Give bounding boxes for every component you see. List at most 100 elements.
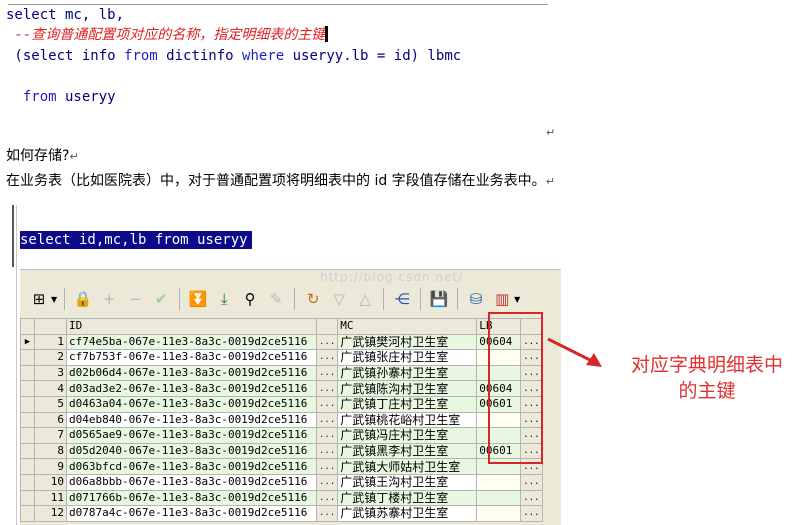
table-row[interactable]: 2 cf7b753f-067e-11e3-8a3c-0019d2ce5116...… [20, 349, 543, 366]
table-row[interactable]: 9 d063bfcd-067e-11e3-8a3c-0019d2ce5116...… [20, 458, 543, 475]
cell-mc[interactable]: 广武镇黑李村卫生室 [337, 442, 478, 460]
cell-ellipsis-button[interactable]: ... [315, 458, 339, 475]
toolbar-separator [64, 288, 66, 310]
chevron-down-icon[interactable]: ▼ [51, 295, 57, 304]
table-row[interactable]: 5 d0463a04-067e-11e3-8a3c-0019d2ce5116...… [20, 395, 543, 413]
cell-ellipsis-button[interactable]: ... [315, 489, 339, 507]
cell-id[interactable]: d071766b-067e-11e3-8a3c-0019d2ce5116 [66, 489, 317, 507]
save-icon[interactable]: 💾 [428, 288, 450, 310]
cell-ellipsis-button[interactable]: ... [315, 427, 339, 444]
cell-ellipsis-button[interactable]: ... [520, 489, 543, 507]
refresh-icon[interactable]: ↻ [302, 288, 324, 310]
table-row[interactable]: 7 d0565ae9-067e-11e3-8a3c-0019d2ce5116...… [20, 427, 543, 444]
cell-ellipsis-button[interactable]: ... [315, 411, 339, 429]
check-icon[interactable]: ✔ [150, 288, 172, 310]
cell-mc[interactable]: 广武镇冯庄村卫生室 [337, 427, 478, 444]
down-arrow-underlined-icon[interactable]: ⤓ [213, 288, 235, 310]
row-indicator [20, 427, 35, 444]
cell-id[interactable]: d05d2040-067e-11e3-8a3c-0019d2ce5116 [66, 442, 317, 460]
cell-mc[interactable]: 广武镇大师姑村卫生室 [337, 458, 478, 475]
row-number: 11 [34, 489, 67, 507]
selected-sql-text[interactable]: select id,mc,lb from useryy [20, 231, 252, 249]
cell-id[interactable]: d04eb840-067e-11e3-8a3c-0019d2ce5116 [66, 411, 317, 429]
cell-lb[interactable] [476, 489, 522, 507]
sql-editor: select id,mc,lb from useryy http://blog.… [8, 205, 561, 525]
cell-ellipsis-button[interactable]: ... [315, 380, 339, 397]
cell-id[interactable]: d03ad3e2-067e-11e3-8a3c-0019d2ce5116 [66, 380, 317, 397]
sql-line-4: from useryy [22, 89, 116, 105]
cell-ellipsis-button[interactable]: ... [520, 473, 543, 491]
lock-icon[interactable]: 🔒 [72, 288, 94, 310]
row-indicator [20, 395, 35, 413]
table-row[interactable]: 11 d071766b-067e-11e3-8a3c-0019d2ce5116..… [20, 489, 543, 507]
annotation-line-2: 的主键 [678, 380, 736, 402]
cell-ellipsis-button[interactable]: ... [315, 505, 339, 522]
cell-ellipsis-button[interactable]: ... [315, 395, 339, 413]
clear-icon[interactable]: ✎ [265, 288, 287, 310]
editor-border [16, 205, 17, 525]
sql-line-3: (select info from dictinfo where useryy.… [6, 48, 462, 64]
table-row[interactable]: 6 d04eb840-067e-11e3-8a3c-0019d2ce5116...… [20, 411, 543, 429]
up-icon[interactable]: △ [354, 288, 376, 310]
row-indicator: ▶ [20, 333, 35, 351]
cell-mc[interactable]: 广武镇丁楼村卫生室 [337, 489, 478, 507]
column-header-id[interactable]: ID [66, 318, 317, 335]
table-row[interactable]: 8 d05d2040-067e-11e3-8a3c-0019d2ce5116...… [20, 442, 543, 460]
annotation-line-1: 对应字典明细表中 [630, 354, 783, 376]
cell-ellipsis-button[interactable]: ... [315, 473, 339, 491]
result-grid-panel: http://blog.csdn.net/ ⊞ ▼ 🔒 + − ✔ ⏬ ⤓ ⚲ ✎… [20, 269, 561, 525]
cell-id[interactable]: d06a8bbb-067e-11e3-8a3c-0019d2ce5116 [66, 473, 317, 491]
table-row[interactable]: 10 d06a8bbb-067e-11e3-8a3c-0019d2ce5116..… [20, 473, 543, 491]
grid-icon[interactable]: ⊞ [28, 288, 50, 310]
cell-mc[interactable]: 广武镇苏寨村卫生室 [337, 505, 478, 522]
tree-icon[interactable]: ⋲ [391, 288, 413, 310]
cell-mc[interactable]: 广武镇王沟村卫生室 [337, 473, 478, 491]
cell-mc[interactable]: 广武镇张庄村卫生室 [337, 349, 478, 366]
cell-id[interactable]: d02b06d4-067e-11e3-8a3c-0019d2ce5116 [66, 364, 317, 382]
cell-ellipsis-button[interactable]: ... [315, 364, 339, 382]
chart-icon[interactable]: ▥ [491, 288, 513, 310]
table-row[interactable]: 3 d02b06d4-067e-11e3-8a3c-0019d2ce5116...… [20, 364, 543, 382]
cell-mc[interactable]: 广武镇孙寨村卫生室 [337, 364, 478, 382]
down-arrow-icon[interactable]: ⏬ [187, 288, 209, 310]
cell-id[interactable]: d063bfcd-067e-11e3-8a3c-0019d2ce5116 [66, 458, 317, 475]
cell-id[interactable]: cf74e5ba-067e-11e3-8a3c-0019d2ce5116 [66, 333, 317, 351]
cell-ellipsis-button[interactable]: ... [315, 333, 339, 351]
plus-icon[interactable]: + [98, 288, 120, 310]
sql-comment-line: --查询普通配置项对应的名称，指定明细表的主键 [6, 26, 329, 44]
row-number: 3 [34, 364, 67, 382]
minus-icon[interactable]: − [124, 288, 146, 310]
toolbar-separator [294, 288, 296, 310]
cell-ellipsis-button[interactable]: ... [315, 442, 339, 460]
cell-lb[interactable] [476, 473, 522, 491]
cell-mc[interactable]: 广武镇樊河村卫生室 [337, 333, 478, 351]
cell-mc[interactable]: 广武镇陈沟村卫生室 [337, 380, 478, 397]
table-row[interactable]: ▶ 1 cf74e5ba-067e-11e3-8a3c-0019d2ce5116..… [20, 333, 543, 351]
divider-line [8, 4, 548, 5]
result-table: ID MC LB ▶ 1 cf74e5ba-067e-11e3-8a3c-0019d… [20, 318, 543, 522]
cell-ellipsis-button[interactable]: ... [520, 505, 543, 522]
database-icon[interactable]: ⛁ [465, 288, 487, 310]
cell-mc[interactable]: 广武镇丁庄村卫生室 [337, 395, 478, 413]
cell-mc[interactable]: 广武镇桃花峪村卫生室 [337, 411, 478, 429]
cell-id[interactable]: d0787a4c-067e-11e3-8a3c-0019d2ce5116 [66, 505, 317, 522]
table-row[interactable]: 12 d0787a4c-067e-11e3-8a3c-0019d2ce5116..… [20, 505, 543, 522]
cell-id[interactable]: d0565ae9-067e-11e3-8a3c-0019d2ce5116 [66, 427, 317, 444]
cell-id[interactable]: d0463a04-067e-11e3-8a3c-0019d2ce5116 [66, 395, 317, 413]
row-indicator-header [20, 318, 35, 335]
cell-ellipsis-button[interactable]: ... [315, 349, 339, 366]
editor-gutter [12, 205, 14, 267]
filter-icon[interactable]: ▽ [328, 288, 350, 310]
table-row[interactable]: 4 d03ad3e2-067e-11e3-8a3c-0019d2ce5116...… [20, 380, 543, 397]
text-cursor [325, 26, 329, 42]
column-header-mc[interactable]: MC [337, 318, 478, 335]
row-number: 7 [34, 427, 67, 444]
binoculars-icon[interactable]: ⚲ [239, 288, 261, 310]
chevron-down-icon[interactable]: ▼ [514, 295, 520, 304]
row-indicator [20, 473, 35, 491]
row-number: 6 [34, 411, 67, 429]
toolbar-separator [179, 288, 181, 310]
row-indicator [20, 458, 35, 475]
cell-id[interactable]: cf7b753f-067e-11e3-8a3c-0019d2ce5116 [66, 349, 317, 366]
cell-lb[interactable] [476, 505, 522, 522]
